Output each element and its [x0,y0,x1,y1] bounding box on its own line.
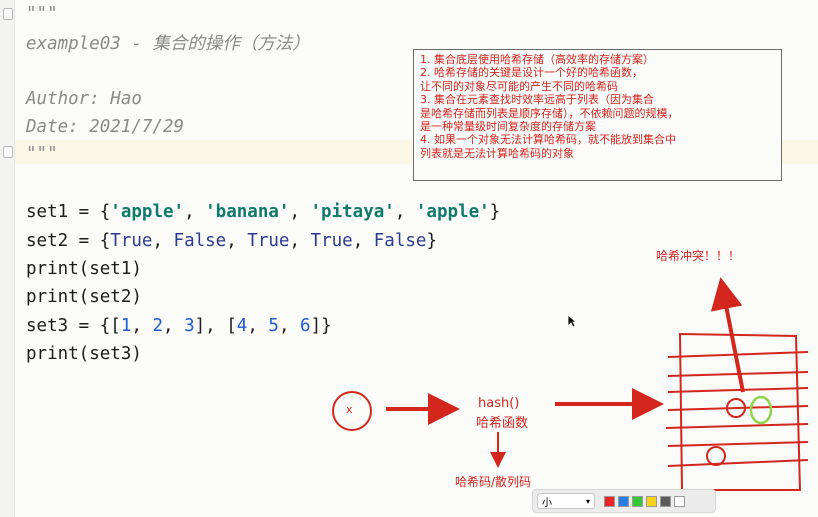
chevron-down-icon: ▾ [585,496,590,506]
color-swatch-white[interactable] [674,495,685,507]
x-label: x [346,403,353,416]
collision-highlight [749,395,773,425]
color-swatch-gray[interactable] [660,495,671,507]
color-swatch-blue[interactable] [618,495,629,507]
hash-collision-label: 哈希冲突！！！ [656,249,741,263]
color-swatch-green[interactable] [632,495,643,507]
mouse-cursor-icon [567,314,577,328]
pen-size-value: 小 [542,497,552,509]
pen-size-select[interactable]: 小 ▾ [537,493,595,509]
color-swatch-red[interactable] [604,495,615,507]
arrow-to-collision [710,277,745,393]
hash-function-label: hash() [478,396,520,411]
color-swatch-yellow[interactable] [646,495,657,507]
hash-function-cn-label: 哈希函数 [476,416,529,431]
annotation-toolbar: 小 ▾ [532,489,716,513]
hash-code-label: 哈希码/散列码 [455,475,532,489]
